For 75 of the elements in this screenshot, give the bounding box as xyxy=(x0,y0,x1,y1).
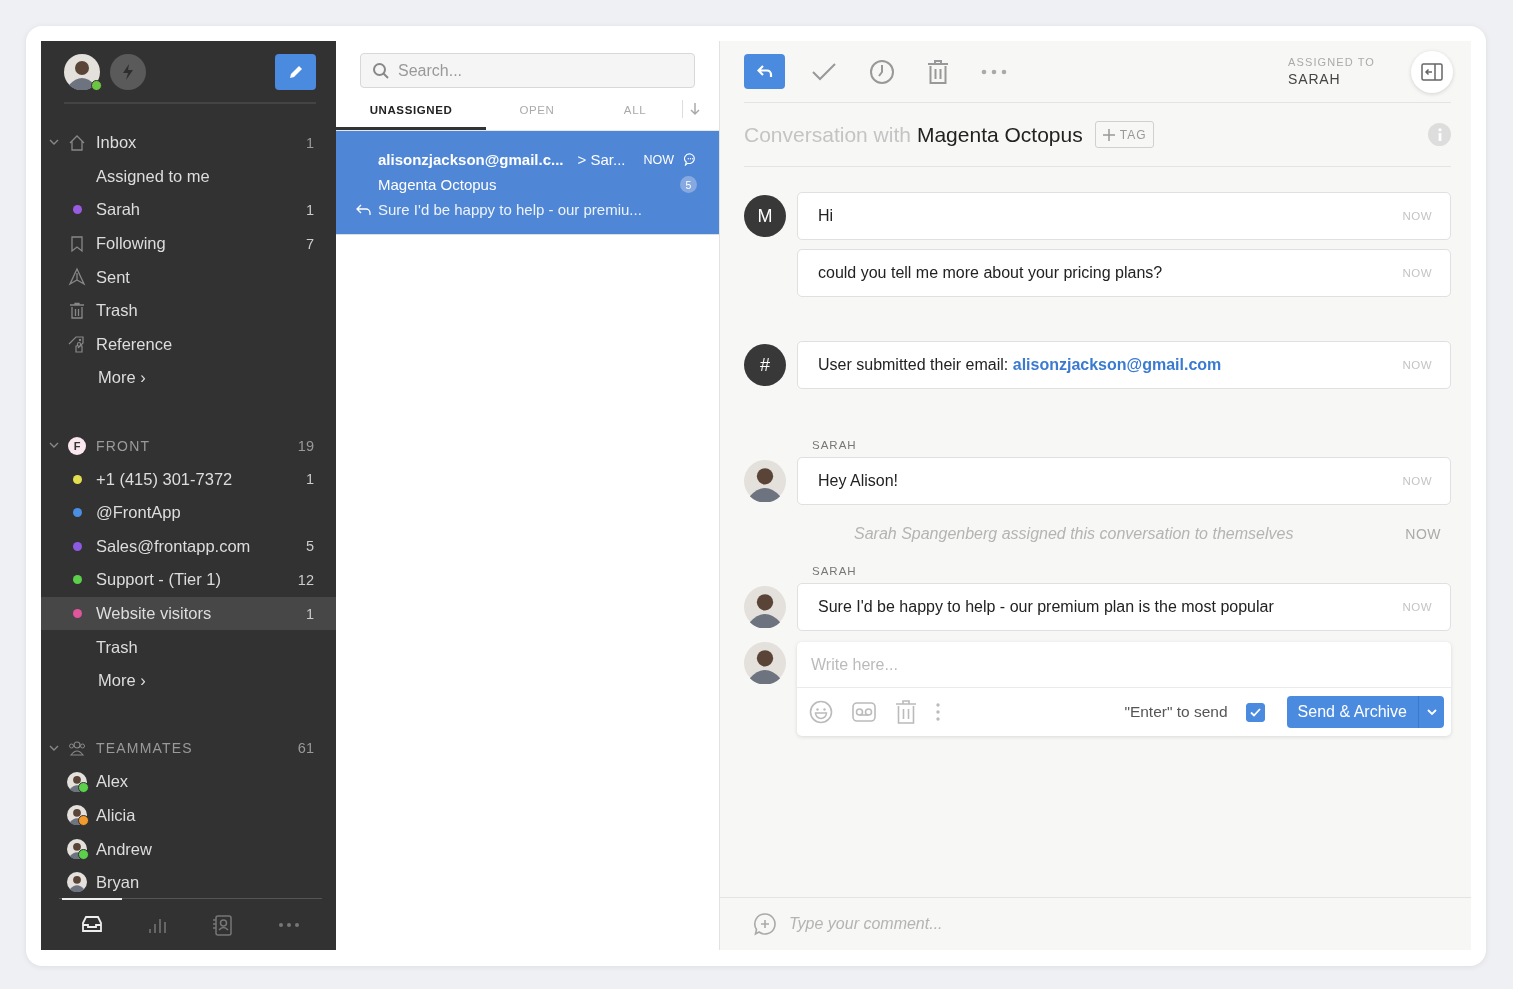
sidebar-item[interactable]: Following 7 xyxy=(41,226,336,261)
sidebar-section-header[interactable]: TEAMMATES 61 xyxy=(41,731,336,766)
lightning-icon[interactable] xyxy=(110,53,146,90)
author-name: SARAH xyxy=(812,439,858,451)
sidebar-item[interactable]: Alex xyxy=(41,765,336,799)
activity-text: Sarah Spangenberg assigned this conversation to themselves xyxy=(854,525,1295,543)
avatar: # xyxy=(744,344,786,386)
assigned-label: ASSIGNED TO xyxy=(1288,56,1375,68)
enter-to-send-label: "Enter" to send xyxy=(1124,703,1228,721)
message-time: NOW xyxy=(1402,475,1432,487)
comment-input[interactable]: Type your comment... xyxy=(787,914,1191,934)
sort-down-icon[interactable] xyxy=(689,102,701,116)
message-text: User submitted their email: alisonzjackson@gmail.com xyxy=(818,356,1223,374)
sidebar-item[interactable]: Alicia xyxy=(41,798,336,833)
reply-button[interactable] xyxy=(744,54,785,89)
author-name: SARAH xyxy=(812,565,858,577)
sidebar-item[interactable]: Bryan xyxy=(41,865,336,892)
chevron-down-icon xyxy=(49,139,59,147)
message-text: Hey Alison! xyxy=(818,472,900,490)
conversation-item[interactable]: alisonzjackson@gmail.c... > Sar... NOW Magenta Octopus 5 Sure I'd be happy to help - our premiu... xyxy=(336,131,719,235)
sidebar-item[interactable]: @FrontApp xyxy=(41,495,336,530)
sidebar-item[interactable]: More › xyxy=(41,663,336,698)
people-icon xyxy=(67,738,87,759)
sidebar-section-header[interactable]: F FRONT 19 xyxy=(41,428,336,463)
caret-icon[interactable] xyxy=(1418,696,1444,728)
sidebar-item[interactable]: Trash xyxy=(41,293,336,328)
chevron-down-icon xyxy=(49,744,59,752)
search-icon xyxy=(372,61,390,80)
message-time: NOW xyxy=(1402,359,1432,371)
message-text: could you tell me more about your pricing plans? xyxy=(818,264,1164,282)
activity-time: NOW xyxy=(1405,526,1441,542)
reply-box[interactable]: Write here... "Enter" to send Send & Archive xyxy=(797,642,1451,736)
conversation-title: Magenta Octopus xyxy=(916,122,1083,147)
avatar: M xyxy=(744,195,786,237)
plus-icon xyxy=(1102,128,1115,141)
sidebar-item[interactable]: Sarah 1 xyxy=(41,193,336,227)
avatar xyxy=(64,53,100,90)
voicemail-icon[interactable] xyxy=(851,700,877,724)
sidebar-item[interactable]: Assigned to me xyxy=(41,159,336,194)
avatar xyxy=(67,871,87,892)
compose-button[interactable] xyxy=(275,53,316,90)
sidebar-item[interactable]: Sales@frontapp.com 5 xyxy=(41,529,336,564)
chevron-down-icon xyxy=(49,442,59,450)
sidebar-item[interactable]: Sent xyxy=(41,260,336,294)
sidebar-item[interactable]: Andrew xyxy=(41,832,336,866)
team-badge: F xyxy=(68,436,86,455)
message-text: Sure I'd be happy to help - our premium plan is the most popular xyxy=(818,598,1275,616)
trash-icon xyxy=(67,300,87,321)
sent-icon xyxy=(67,267,87,288)
trash-icon[interactable] xyxy=(895,699,917,725)
sidebar-item[interactable]: Trash xyxy=(41,630,336,664)
avatar xyxy=(744,642,786,684)
reply-input[interactable]: Write here... xyxy=(797,642,1451,688)
message-count: 5 xyxy=(680,176,697,193)
message-time: NOW xyxy=(1402,210,1432,222)
check-icon xyxy=(1249,707,1261,717)
sidebar-item[interactable]: More › xyxy=(41,361,336,395)
enter-to-send-checkbox[interactable] xyxy=(1245,702,1265,722)
sidebar-item[interactable]: Support - (Tier 1) 12 xyxy=(41,563,336,597)
tag-icon xyxy=(67,334,87,355)
info-icon[interactable] xyxy=(1428,123,1451,146)
sidebar-item[interactable]: Website visitors 1 xyxy=(41,596,336,631)
add-comment-icon xyxy=(753,912,777,936)
message-time: NOW xyxy=(1402,601,1432,613)
sidebar-item[interactable]: +1 (415) 301-7372 1 xyxy=(41,462,336,496)
message-text: Hi xyxy=(818,207,835,225)
assignee-name: SARAH xyxy=(1288,71,1342,87)
emoji-icon[interactable] xyxy=(809,700,833,724)
more-vertical-icon[interactable] xyxy=(935,702,941,722)
message-time: NOW xyxy=(1402,267,1432,279)
sidebar-section-header[interactable]: Inbox 1 xyxy=(41,126,336,160)
sidebar-item[interactable]: Reference xyxy=(41,327,336,362)
sidebar-toggle-icon[interactable] xyxy=(1411,50,1453,93)
reply-icon xyxy=(756,64,773,79)
comment-icon xyxy=(684,153,697,166)
